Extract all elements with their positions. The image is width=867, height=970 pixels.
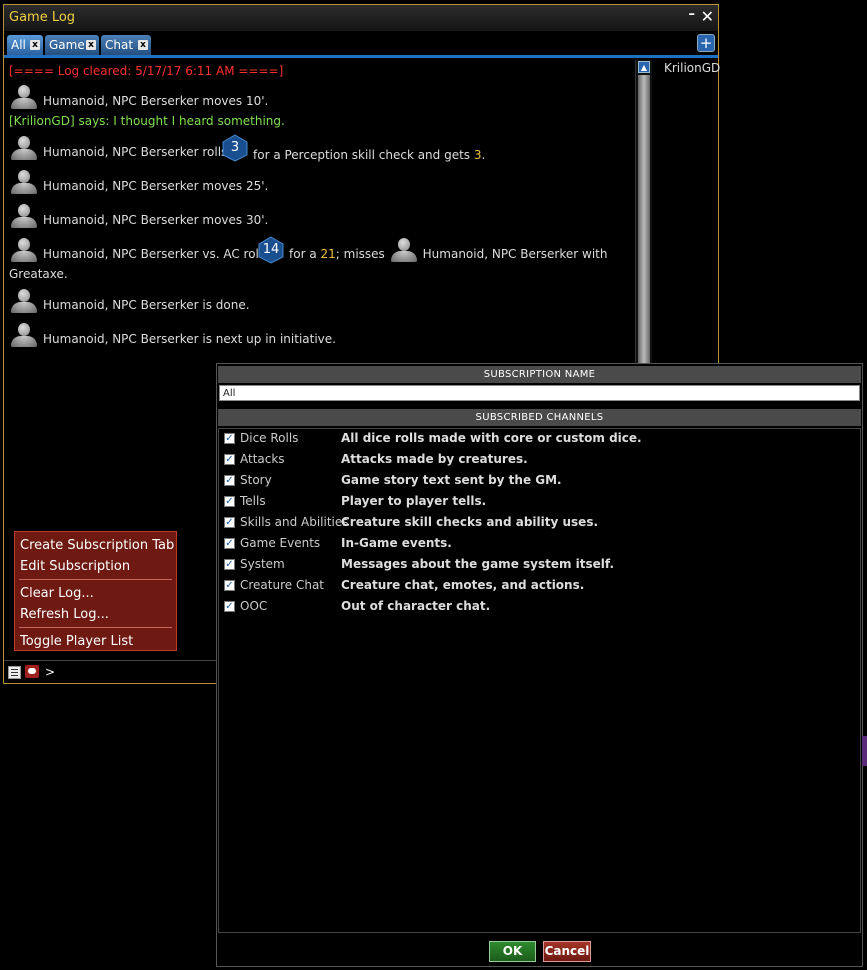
channel-name: OOC [240,599,268,613]
log-line: Humanoid, NPC Berserker moves 30'. [9,204,268,228]
avatar-icon[interactable] [9,170,39,194]
menu-separator [19,627,172,628]
channel-description: All dice rolls made with core or custom … [341,431,642,445]
tab-label: Chat [105,38,134,52]
channel-name: Skills and Abilities [240,515,349,529]
chat-prompt: > [45,665,56,679]
log-line: Humanoid, NPC Berserker rolls [9,136,227,160]
channels-list: ✓ Dice Rolls All dice rolls made with co… [218,428,861,933]
tab-close-icon[interactable]: x [86,40,96,50]
tab-label: All [11,38,26,52]
window-title: Game Log [9,10,76,25]
channel-checkbox[interactable]: ✓ [224,601,235,612]
avatar-icon[interactable] [9,85,39,109]
tab-chat[interactable]: Chat x [101,35,151,55]
roll-result: 3 [473,148,482,162]
die-value: 14 [262,242,280,257]
channel-checkbox[interactable]: ✓ [224,433,235,444]
log-line: Humanoid, NPC Berserker is next up in in… [9,323,336,347]
channel-description: Game story text sent by the GM. [341,473,562,487]
channel-name: Story [240,473,272,487]
channel-description: Player to player tells. [341,494,487,508]
log-line-tail: for a 21; misses Humanoid, NPC Berserker… [289,238,607,262]
channel-checkbox[interactable]: ✓ [224,517,235,528]
context-menu: Create Subscription Tab Edit Subscriptio… [14,531,177,651]
avatar-icon[interactable] [9,323,39,347]
channel-description: Attacks made by creatures. [341,452,528,466]
menu-separator [19,579,172,580]
subscribed-channels-header: SUBSCRIBED CHANNELS [218,409,861,426]
notes-icon[interactable] [8,666,21,679]
channel-description: Creature skill checks and ability uses. [341,515,599,529]
channel-checkbox[interactable]: ✓ [224,559,235,570]
title-bar[interactable]: Game Log – ✕ [4,5,718,31]
scroll-thumb[interactable] [638,75,650,365]
channel-checkbox[interactable]: ✓ [224,454,235,465]
scroll-up-icon[interactable]: ▲ [638,61,650,73]
subscription-name-header: SUBSCRIPTION NAME [218,366,861,383]
channel-name: Creature Chat [240,578,325,592]
channel-checkbox[interactable]: ✓ [224,580,235,591]
avatar-icon[interactable] [9,204,39,228]
tab-close-icon[interactable]: x [138,40,148,50]
tab-bar: All x Game x Chat x + [4,32,718,58]
chat-mode-icon[interactable] [25,665,39,678]
avatar-icon[interactable] [9,238,39,262]
channel-name: System [240,557,285,571]
channel-name: Tells [240,494,266,508]
log-line: Humanoid, NPC Berserker moves 10'. [9,85,268,109]
log-scrollbar[interactable]: ▲ [635,60,652,365]
menu-toggle-player-list[interactable]: Toggle Player List [20,634,133,649]
avatar-icon[interactable] [9,289,39,313]
channel-name: Dice Rolls [240,431,299,445]
d20-die-icon: 3 [221,134,249,162]
log-line-tail: for a Perception skill check and gets 3. [253,148,486,162]
d20-die-icon: 14 [257,236,285,264]
menu-create-subscription-tab[interactable]: Create Subscription Tab [20,538,174,553]
window-edge-handle[interactable] [862,736,867,766]
log-line: Humanoid, NPC Berserker moves 25'. [9,170,268,194]
channel-checkbox[interactable]: ✓ [224,475,235,486]
log-line: Humanoid, NPC Berserker vs. AC rolls [9,238,268,262]
menu-refresh-log[interactable]: Refresh Log... [20,607,109,622]
log-line: Humanoid, NPC Berserker is done. [9,289,250,313]
add-tab-button[interactable]: + [697,34,715,52]
tab-label: Game [49,38,85,52]
tab-all[interactable]: All x [7,35,43,55]
log-cleared-line: [==== Log cleared: 5/17/17 6:11 AM ====] [9,64,284,78]
close-button[interactable]: ✕ [701,7,714,27]
subscription-dialog: SUBSCRIPTION NAME SUBSCRIBED CHANNELS ✓ … [216,363,863,967]
ok-button[interactable]: OK [489,941,536,962]
log-line-wrap: Greataxe. [9,267,68,281]
subscription-name-input[interactable] [219,385,860,401]
channel-description: Creature chat, emotes, and actions. [341,578,585,592]
channel-description: In-Game events. [341,536,452,550]
tab-close-icon[interactable]: x [30,40,40,50]
channel-checkbox[interactable]: ✓ [224,496,235,507]
chat-line: [KrilionGD] says: I thought I heard some… [9,114,285,128]
roll-result: 21 [320,247,336,261]
player-list: KrilionGD [664,61,720,75]
die-value: 3 [230,140,240,155]
channel-description: Messages about the game system itself. [341,557,615,571]
channel-description: Out of character chat. [341,599,491,613]
tab-game[interactable]: Game x [45,35,99,55]
channel-name: Attacks [240,452,285,466]
avatar-icon[interactable] [9,136,39,160]
menu-edit-subscription[interactable]: Edit Subscription [20,559,130,574]
channel-checkbox[interactable]: ✓ [224,538,235,549]
channel-name: Game Events [240,536,321,550]
minimize-button[interactable]: – [689,7,696,22]
player-name[interactable]: KrilionGD [664,61,720,75]
cancel-button[interactable]: Cancel [543,941,591,962]
avatar-icon[interactable] [389,238,419,262]
menu-clear-log[interactable]: Clear Log... [20,586,94,601]
